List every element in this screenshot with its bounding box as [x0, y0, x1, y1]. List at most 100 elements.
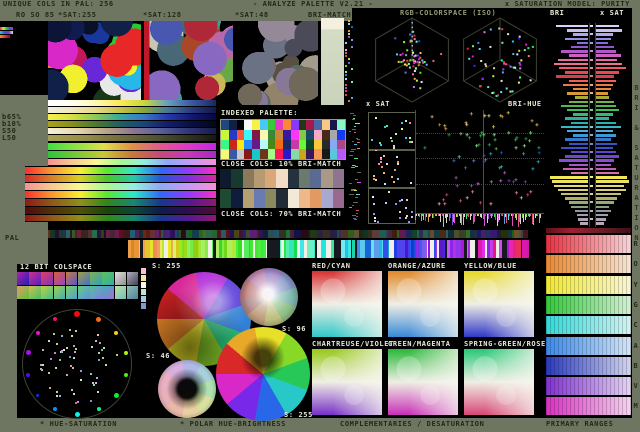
primary-range-band — [546, 276, 631, 294]
cube-point — [503, 61, 505, 63]
palette-cell — [237, 149, 245, 159]
scatter-dot — [401, 199, 403, 201]
palette-cell — [244, 120, 252, 130]
bri-bar — [561, 105, 588, 107]
hue-marker: + — [522, 145, 526, 149]
hue-marker: + — [499, 180, 503, 184]
sat-bar — [596, 201, 614, 203]
scatter-dot — [372, 196, 374, 198]
sat-mark — [350, 151, 354, 152]
bri-bar — [569, 101, 588, 103]
close-col-swatch — [220, 189, 231, 208]
divider-dash — [590, 33, 593, 35]
divider-dash — [590, 126, 593, 128]
rim-dot — [36, 331, 40, 335]
palette-cell — [291, 120, 299, 130]
scatter-dot — [393, 145, 395, 147]
cube-point — [418, 64, 420, 66]
palette-cell — [260, 149, 268, 159]
cube-point — [408, 63, 410, 65]
scatter-dot — [411, 141, 413, 143]
brimatch-strip — [321, 18, 344, 105]
hue-marker: + — [514, 147, 518, 151]
rim-dot — [26, 350, 31, 355]
bri-bar — [563, 168, 588, 170]
brimatch-tick — [351, 26, 353, 28]
palette-cell — [268, 130, 276, 140]
colspace12-tile — [90, 272, 102, 285]
sat-mark — [354, 158, 358, 159]
cube-point — [520, 59, 522, 61]
bri-bar — [567, 29, 588, 31]
hue-marker: + — [537, 147, 541, 151]
inner-dot — [56, 391, 58, 393]
primary-range-band — [546, 357, 631, 375]
polar-sphere-s255b — [216, 327, 310, 421]
cube-point — [400, 54, 402, 56]
pal-line — [163, 230, 170, 238]
close-cols-70-label: CLOSE COLS: 70% BRI-MATCH — [221, 210, 341, 218]
sat-mark — [355, 166, 358, 167]
hue-marker: + — [531, 168, 535, 172]
close-col-swatch — [265, 189, 276, 208]
legend-cell — [141, 303, 146, 309]
scatter-dot — [381, 166, 383, 168]
hue-marker: + — [459, 200, 463, 204]
brimatch-ticks — [345, 20, 355, 105]
inner-dot — [93, 384, 95, 386]
palette-cell — [306, 120, 314, 130]
brimatch-tick — [345, 90, 347, 92]
cube-point — [468, 58, 470, 60]
inner-dot — [48, 372, 50, 374]
cube-point — [493, 67, 495, 69]
palette-cell — [330, 120, 338, 130]
primary-range-topstrip — [546, 228, 631, 233]
hue-marker: + — [530, 120, 534, 124]
footer-polar-hue-brightness: * POLAR HUE-BRIGHTNESS — [180, 420, 286, 428]
inner-dot — [66, 347, 68, 349]
cube-point — [416, 80, 418, 82]
colspace12-title: 12 BIT COLSPACE — [20, 263, 92, 271]
close-col-swatch — [321, 189, 332, 208]
hue-marker: + — [493, 139, 497, 143]
primary-range-letter: Y — [634, 281, 639, 289]
colspace12-tile — [102, 272, 114, 285]
hist-tick — [540, 214, 541, 218]
sat-bar — [596, 59, 617, 61]
sphere-label-s255: S: 255 — [152, 262, 181, 270]
cube-point — [479, 85, 481, 87]
hue-marker: + — [472, 160, 476, 164]
pal-line — [206, 230, 213, 238]
mini-color-strip — [0, 31, 13, 34]
palette-cell — [244, 140, 252, 150]
sat-mark — [351, 149, 356, 150]
primary-range-letter: V — [634, 382, 639, 390]
inner-dot — [98, 359, 100, 361]
hue-marker: + — [465, 134, 469, 138]
palette-cell — [337, 149, 345, 159]
scatter-dot — [375, 179, 377, 181]
hue-marker: + — [445, 194, 449, 198]
hue-marker: + — [476, 183, 480, 187]
cube-point — [440, 53, 442, 55]
colspace12-tile — [29, 286, 41, 299]
colspace12-tile — [78, 272, 90, 285]
divider-dash — [590, 84, 593, 86]
cube-point — [510, 66, 512, 68]
brimatch-tick — [348, 30, 350, 32]
sat-mark — [349, 183, 352, 184]
hue-marker: + — [455, 185, 459, 189]
bri-bar — [565, 138, 588, 140]
grid-line — [416, 158, 544, 159]
cube-point — [409, 59, 411, 61]
bri-bar — [556, 75, 588, 77]
inner-dot — [75, 348, 77, 350]
palette-cell — [299, 130, 307, 140]
sat-mark — [353, 202, 358, 203]
brimatch-tick — [345, 87, 347, 89]
bri-sat-bars — [549, 25, 630, 227]
cube-point — [518, 50, 520, 52]
inner-dot — [103, 347, 105, 349]
scatter-dot — [379, 142, 381, 144]
sat-bar — [596, 147, 613, 149]
